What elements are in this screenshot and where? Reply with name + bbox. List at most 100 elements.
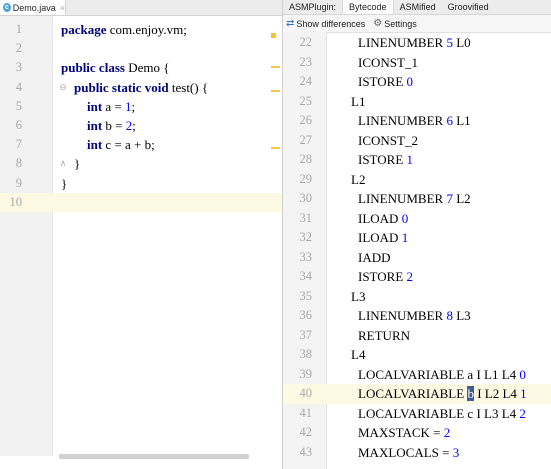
code-token: public static void	[61, 79, 169, 95]
code-token: ILOAD	[358, 210, 402, 226]
change-marker[interactable]	[271, 147, 280, 149]
diff-icon: ⇄	[286, 18, 295, 29]
line-number: 30	[299, 191, 313, 205]
bytecode-line[interactable]: 27 ICONST_2	[283, 131, 551, 151]
bytecode-line[interactable]: 23 ICONST_1	[283, 53, 551, 73]
code-token: MAXLOCALS =	[358, 444, 453, 460]
line-number: 6	[15, 117, 22, 132]
bytecode-line[interactable]: 38 L4	[283, 345, 551, 365]
code-token: L4	[351, 347, 366, 362]
bytecode-line[interactable]: 31 ILOAD 0	[283, 209, 551, 229]
line-number: 4	[15, 79, 22, 94]
code-text: package com.enjoy.vm;	[61, 20, 187, 39]
code-line[interactable]: 8 ∧ }	[0, 154, 282, 173]
code-token: L1	[452, 113, 471, 128]
code-token: ISTORE	[358, 269, 407, 284]
line-number: 41	[299, 405, 313, 420]
line-number: 10	[9, 194, 23, 209]
line-number: 37	[299, 327, 313, 342]
bytecode-line[interactable]: 28 ISTORE 1	[283, 150, 551, 170]
bytecode-line[interactable]: 35 L3	[283, 287, 551, 307]
bytecode-line[interactable]: 30 LINENUMBER 7 L2	[283, 189, 551, 209]
code-token: 1	[401, 230, 409, 245]
settings-button[interactable]: ⚙ Settings	[373, 18, 417, 29]
line-number: 39	[299, 366, 313, 381]
bytecode-text: LINENUMBER 7 L2	[358, 189, 471, 209]
bytecode-text: IADD	[358, 248, 391, 268]
code-line[interactable]: 3 public class Demo {	[0, 58, 282, 77]
close-icon[interactable]: ×	[60, 3, 65, 13]
tab-demo-java[interactable]: c Demo.java ×	[0, 0, 66, 15]
change-marker[interactable]	[271, 66, 280, 68]
tab-asmified[interactable]: ASMified	[394, 0, 442, 14]
editor-pane[interactable]: c Demo.java × 1 package com.enjoy.vm; 2 3 pu…	[0, 0, 282, 469]
java-class-icon: c	[3, 3, 11, 12]
code-token: }	[61, 156, 81, 172]
line-number: 7	[15, 137, 22, 152]
bytecode-line[interactable]: 29 L2	[283, 170, 551, 190]
bytecode-line[interactable]: 41 LOCALVARIABLE c I L3 L4 2	[283, 404, 551, 424]
bytecode-line[interactable]: 33 IADD	[283, 248, 551, 268]
line-number: 29	[299, 171, 313, 186]
code-token: ILOAD	[358, 230, 402, 245]
code-token: public class	[61, 60, 125, 76]
code-token: ;	[132, 117, 136, 133]
code-line[interactable]: 9}	[0, 174, 282, 193]
code-text: public class Demo {	[61, 58, 169, 77]
code-line[interactable]: 6 int b = 2;	[0, 116, 282, 135]
line-number: 9	[15, 175, 22, 190]
line-number: 40	[299, 386, 313, 400]
bytecode-text: L3	[351, 287, 365, 307]
code-token: Demo {	[124, 60, 170, 76]
code-token: ISTORE	[358, 74, 407, 89]
bytecode-line[interactable]: 37 RETURN	[283, 326, 551, 346]
bytecode-line[interactable]: 25 L1	[283, 92, 551, 112]
bytecode-line[interactable]: 40 LOCALVARIABLE b I L2 L4 1	[283, 384, 551, 404]
code-line[interactable]: 1 package com.enjoy.vm;	[0, 20, 282, 39]
code-token: int	[61, 98, 103, 114]
code-line[interactable]: 5 int a = 1;	[0, 97, 282, 116]
bytecode-area[interactable]: 22 LINENUMBER 5 L0 23 ICONST_1 24 ISTORE 0 25 L…	[283, 33, 551, 462]
bytecode-text: ISTORE 0	[358, 72, 413, 92]
code-token: LOCALVARIABLE a I L1 L4	[358, 366, 520, 382]
line-number: 33	[299, 249, 313, 264]
code-line[interactable]: 10	[0, 192, 282, 212]
tab-bytecode[interactable]: Bytecode	[342, 0, 394, 14]
bytecode-line[interactable]: 42 MAXSTACK = 2	[283, 423, 551, 443]
code-token: ISTORE	[358, 152, 407, 167]
bytecode-text: MAXSTACK = 2	[358, 423, 450, 443]
bytecode-text: LOCALVARIABLE a I L1 L4 0	[358, 365, 526, 385]
line-number: 22	[299, 35, 313, 49]
line-number: 38	[299, 347, 313, 361]
bytecode-line[interactable]: 39 LOCALVARIABLE a I L1 L4 0	[283, 365, 551, 385]
bytecode-line[interactable]: 43 MAXLOCALS = 3	[283, 443, 551, 463]
show-differences-button[interactable]: ⇄ Show differences	[286, 18, 365, 29]
line-number: 42	[299, 425, 313, 439]
code-token: 0	[519, 366, 526, 382]
code-line[interactable]: 4 ⊖ public static void test() {	[0, 78, 282, 97]
bytecode-line[interactable]: 26 LINENUMBER 6 L1	[283, 111, 551, 131]
horizontal-scrollbar[interactable]	[59, 454, 249, 459]
tab-groovified[interactable]: Groovified	[442, 0, 495, 14]
code-token: b =	[102, 117, 126, 133]
line-number: 23	[299, 54, 313, 69]
code-token: 2	[406, 269, 414, 284]
line-number: 26	[299, 113, 313, 127]
code-area[interactable]: 1 package com.enjoy.vm; 2 3 public class Dem…	[0, 20, 282, 212]
code-token: 1	[520, 386, 527, 401]
warning-marker-icon[interactable]	[271, 33, 276, 38]
tab-label: Demo.java	[12, 2, 56, 13]
bytecode-line[interactable]: 34 ISTORE 2	[283, 267, 551, 287]
code-line[interactable]: 2	[0, 39, 282, 58]
change-marker[interactable]	[271, 90, 280, 92]
bytecode-text: MAXLOCALS = 3	[358, 443, 459, 463]
code-token: a =	[102, 98, 126, 114]
bytecode-line[interactable]: 22 LINENUMBER 5 L0	[283, 33, 551, 53]
bytecode-line[interactable]: 32 ILOAD 1	[283, 228, 551, 248]
code-token: int	[61, 137, 103, 153]
bytecode-line[interactable]: 24 ISTORE 0	[283, 72, 551, 92]
bytecode-text: LOCALVARIABLE c I L3 L4 2	[358, 404, 526, 424]
bytecode-text: ISTORE 2	[358, 267, 413, 287]
code-line[interactable]: 7 int c = a + b;	[0, 135, 282, 154]
bytecode-line[interactable]: 36 LINENUMBER 8 L3	[283, 306, 551, 326]
